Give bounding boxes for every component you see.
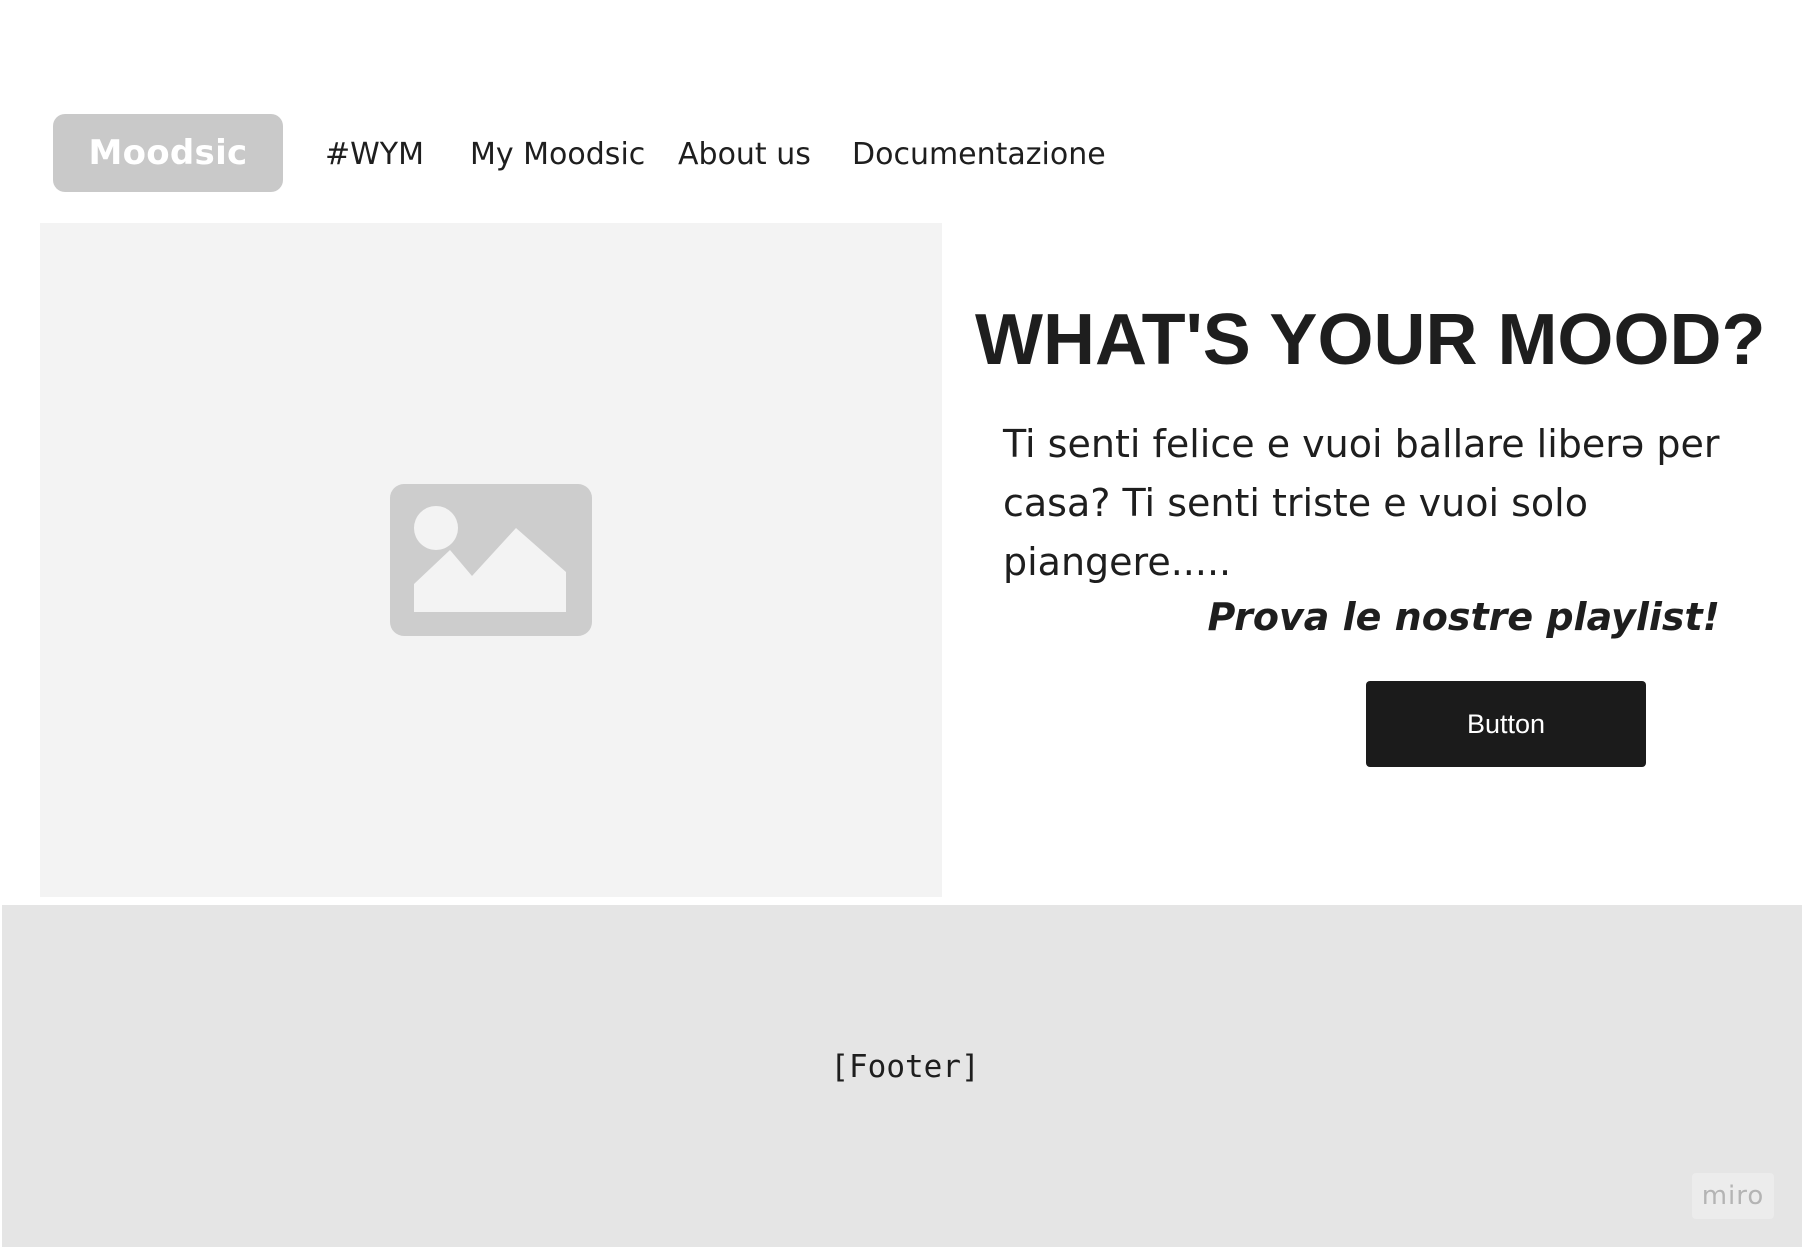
hero-image-placeholder: [40, 223, 942, 897]
nav-link-documentazione[interactable]: Documentazione: [852, 134, 1106, 176]
miro-watermark: miro: [1692, 1173, 1774, 1219]
footer: [Footer]: [2, 905, 1802, 1247]
nav-link-my-moodsic[interactable]: My Moodsic: [470, 134, 645, 176]
nav-link-wym[interactable]: #WYM: [325, 134, 424, 176]
hero-headline: WHAT'S YOUR MOOD?: [975, 300, 1766, 380]
image-placeholder-icon: [390, 484, 592, 636]
hero-action-button[interactable]: Button: [1366, 681, 1646, 767]
page: Moodsic #WYM My Moodsic About us Documen…: [0, 0, 1802, 1247]
logo-button[interactable]: Moodsic: [53, 114, 283, 192]
hero-intro-text: Ti senti felice e vuoi ballare liberə pe…: [1003, 422, 1720, 584]
nav-link-about-us[interactable]: About us: [678, 134, 811, 176]
footer-label: [Footer]: [830, 1049, 980, 1085]
hero-cta-text: Prova le nostre playlist!: [1207, 595, 1720, 639]
